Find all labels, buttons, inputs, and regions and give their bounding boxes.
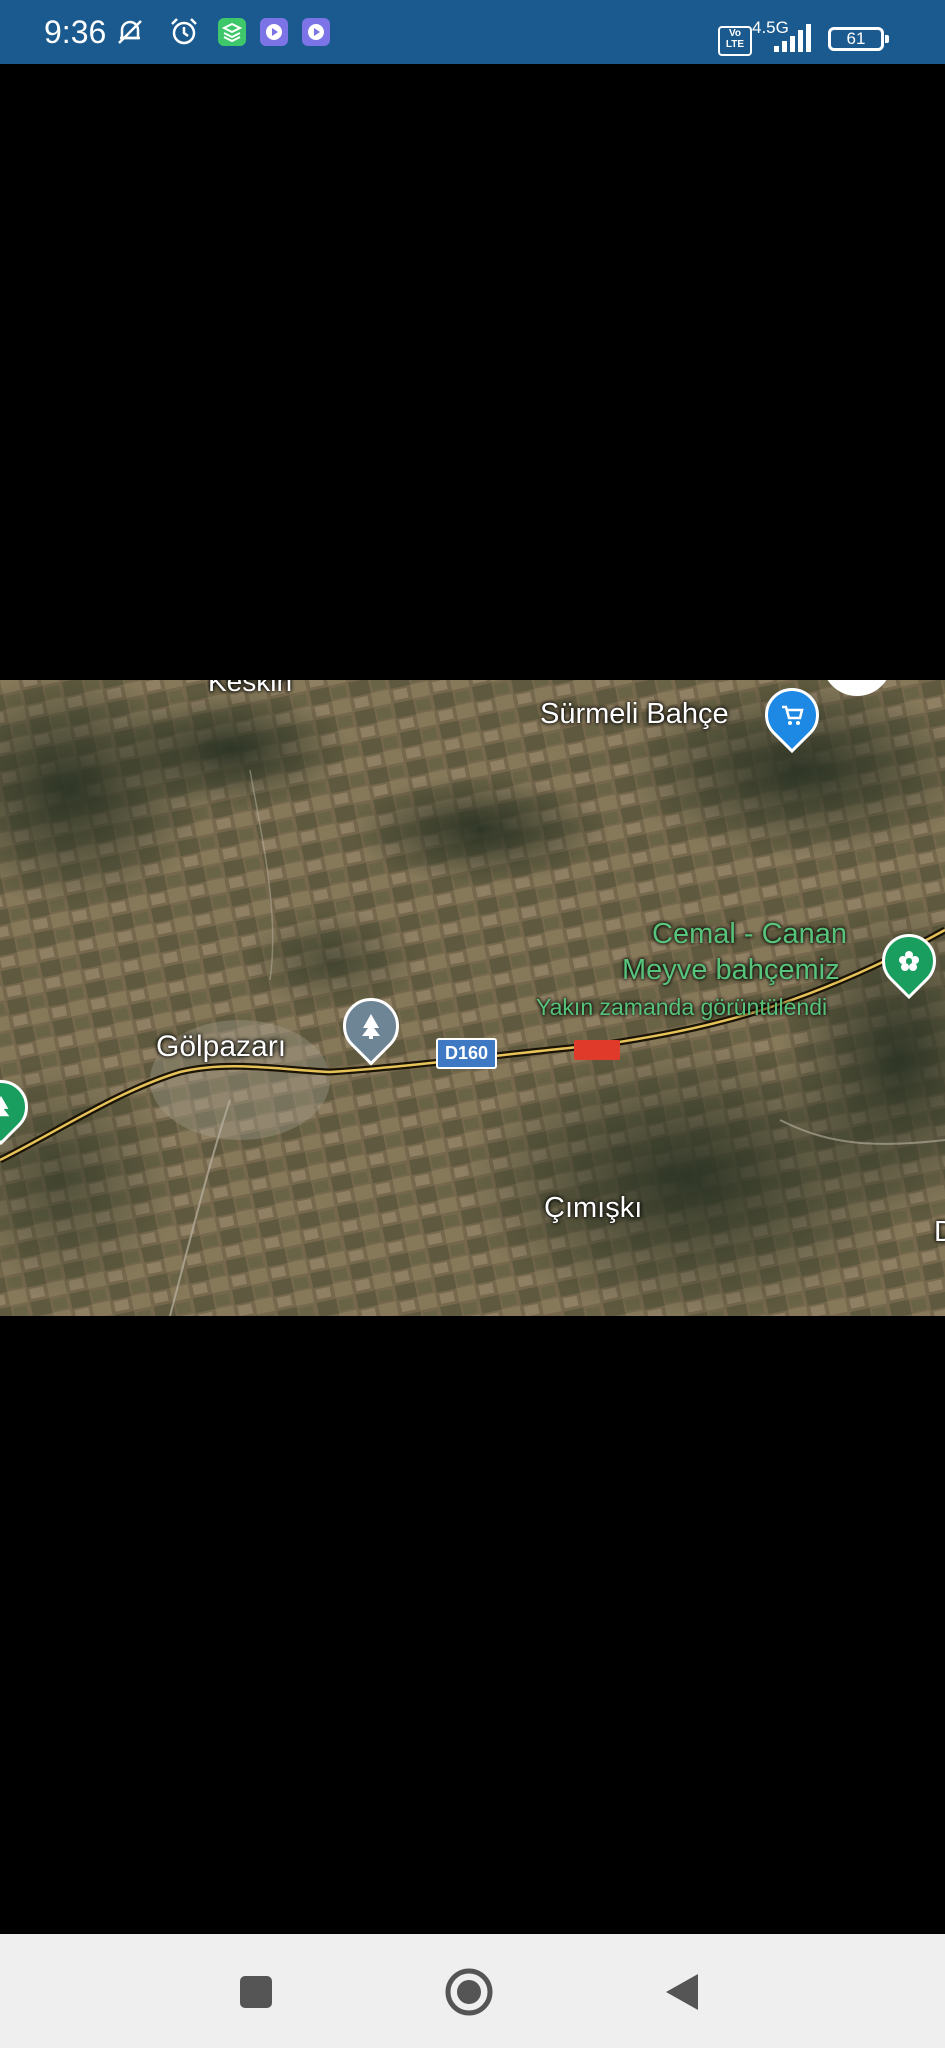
app-stack-icon <box>218 18 246 46</box>
place-label-surmeli-bahce[interactable]: Sürmeli Bahçe <box>540 698 729 731</box>
video-app-icon <box>302 18 330 46</box>
speed-camera-badge <box>574 1040 620 1060</box>
status-bar: 9:36 Vo LTE 4.5G 61 <box>0 0 945 64</box>
place-label-cemal-canan[interactable]: Cemal - Canan <box>652 918 847 951</box>
place-label-top[interactable]: Keskin <box>208 680 292 698</box>
place-label-cimiski[interactable]: Çımışkı <box>544 1192 642 1225</box>
tree-icon <box>346 1001 396 1051</box>
cart-icon <box>768 691 816 739</box>
square-icon <box>240 1976 272 2008</box>
flower-icon <box>885 937 933 985</box>
place-label-golpazari[interactable]: Gölpazarı <box>156 1030 286 1064</box>
alarm-icon <box>171 18 197 45</box>
road-number-badge: D160 <box>436 1038 498 1069</box>
map-view[interactable]: Keskin Sürmeli Bahçe Cemal - Canan Meyve… <box>0 680 945 1316</box>
recently-viewed-label: Yakın zamanda görüntülendi <box>536 994 828 1020</box>
home-button[interactable] <box>441 1964 497 2020</box>
back-button[interactable] <box>654 1964 710 2020</box>
signal-icon <box>774 24 811 52</box>
tree-icon <box>0 1083 25 1131</box>
place-label-right-partial[interactable]: D <box>934 1216 945 1249</box>
battery-level: 61 <box>846 29 866 48</box>
status-time: 9:36 <box>44 14 107 50</box>
navigation-bar <box>0 1934 945 2048</box>
back-triangle-icon <box>666 1974 698 2010</box>
video-app-icon <box>260 18 288 46</box>
mute-icon <box>118 20 142 44</box>
recent-apps-button[interactable] <box>228 1964 284 2020</box>
place-label-meyve-bahcemiz[interactable]: Meyve bahçemiz <box>622 954 840 987</box>
circle-icon <box>445 1968 493 2016</box>
battery-icon: 61 <box>828 27 889 51</box>
volte-badge: Vo LTE <box>718 26 752 56</box>
